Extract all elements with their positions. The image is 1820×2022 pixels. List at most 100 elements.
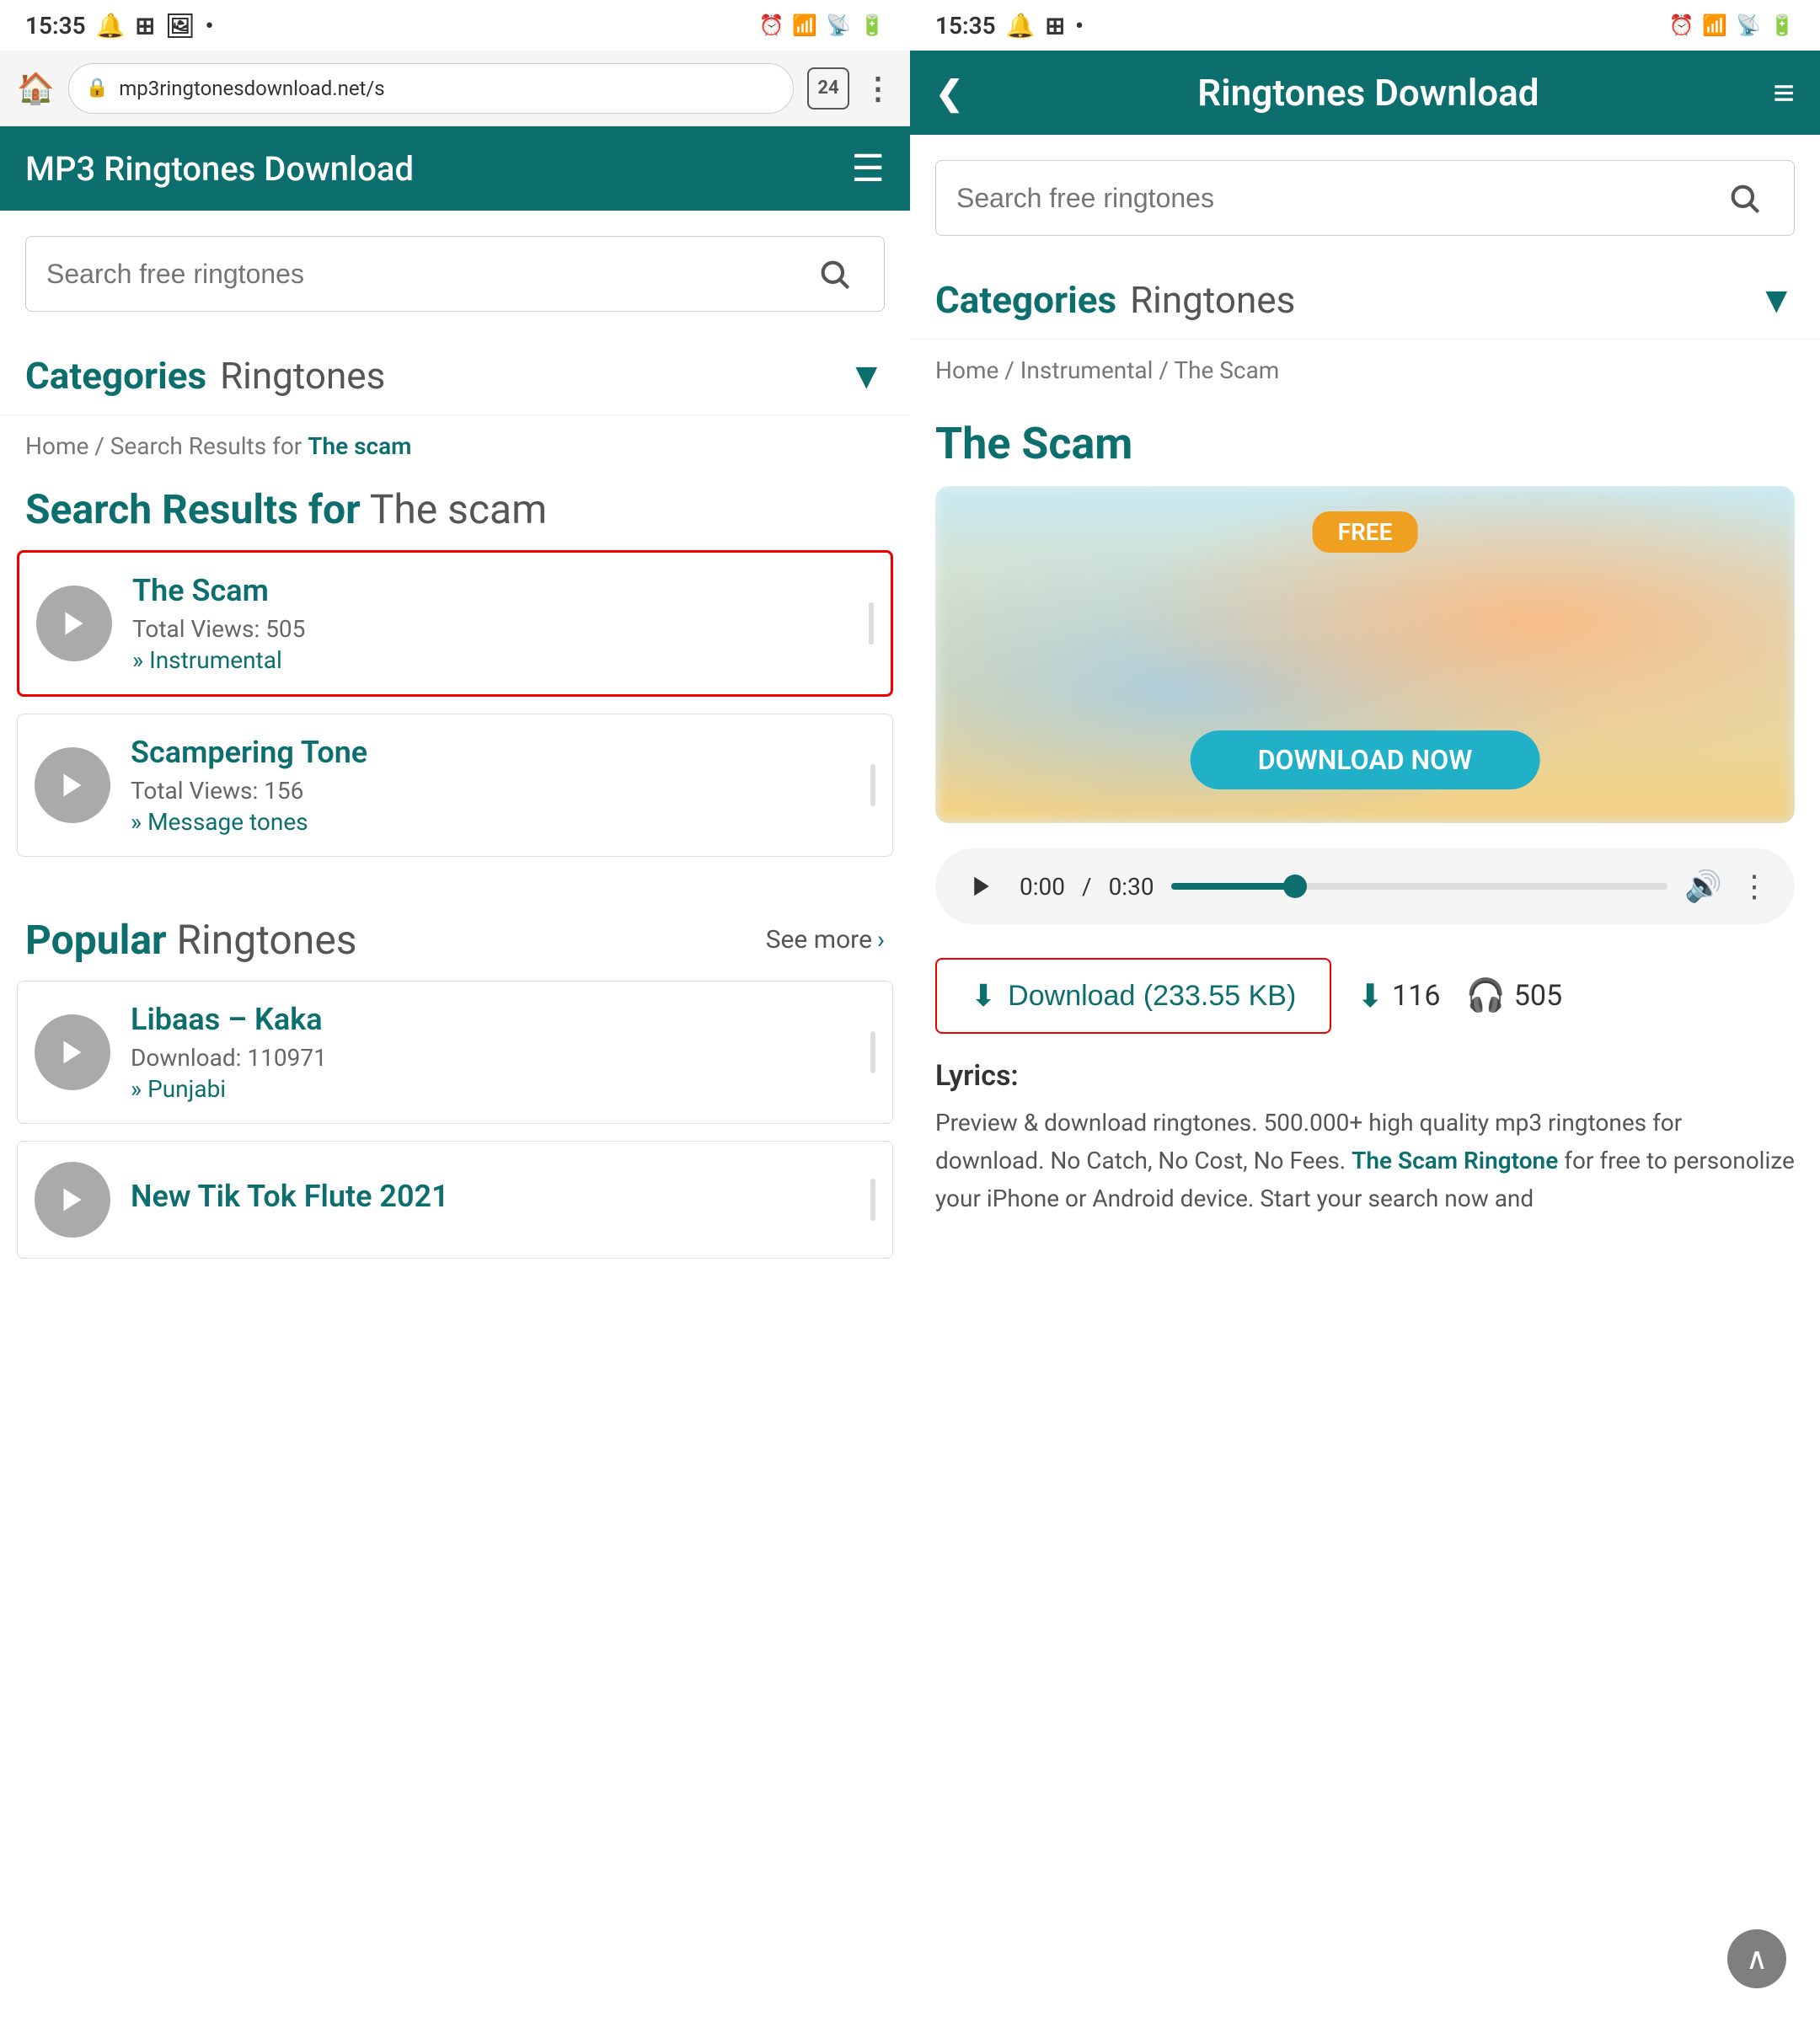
left-search-button[interactable]	[805, 244, 864, 303]
right-page-title: The Scam	[935, 418, 1132, 469]
audio-play-button[interactable]	[961, 865, 1003, 907]
lyrics-text: Preview & download ringtones. 500.000+ h…	[935, 1105, 1795, 1217]
tab-count[interactable]: 24	[807, 67, 849, 110]
right-breadcrumb: Home / Instrumental / The Scam	[910, 340, 1820, 401]
right-time: 15:35	[935, 12, 996, 40]
right-wifi-icon: 📶	[1702, 13, 1727, 37]
alarm-icon: ⏰	[758, 13, 784, 37]
play-button-2[interactable]	[35, 747, 110, 823]
scroll-to-top-button[interactable]: ∧	[1727, 1929, 1786, 1988]
right-chevron-down-icon[interactable]: ▼	[1758, 278, 1795, 322]
popular-play-button-1[interactable]	[35, 1014, 110, 1090]
drag-handle-1	[869, 602, 874, 645]
popular-drag-handle-1	[870, 1031, 875, 1073]
left-search-results-heading: Search Results for The scam	[0, 477, 910, 550]
left-results-light: The scam	[370, 485, 548, 533]
left-breadcrumb: Home / Search Results for The scam	[0, 415, 910, 477]
popular-card-title-1[interactable]: Libaas – Kaka	[131, 1002, 842, 1037]
left-chevron-down-icon[interactable]: ▼	[848, 354, 885, 398]
audio-progress-thumb[interactable]	[1283, 875, 1307, 898]
left-status-left: 15:35 🔔 ⊞ 🖼 •	[25, 12, 213, 40]
popular-play-button-2[interactable]	[35, 1162, 110, 1238]
left-app-header: MP3 Ringtones Download ☰	[0, 126, 910, 211]
wifi-icon: 📶	[792, 13, 817, 37]
left-browser-bar: 🏠 🔒 mp3ringtonesdownload.net/s 24 ⋮	[0, 51, 910, 126]
battery-icon: 🔋	[859, 13, 885, 37]
left-app-title: MP3 Ringtones Download	[25, 149, 414, 189]
right-status-bar: 15:35 🔔 ⊞ • ⏰ 📶 📡 🔋	[910, 0, 1820, 51]
ringtone-result-2[interactable]: Scampering Tone Total Views: 156 Message…	[17, 714, 893, 857]
popular-bold: Popular	[25, 916, 167, 964]
right-search-input[interactable]	[956, 183, 1701, 214]
left-time: 15:35	[25, 12, 86, 40]
right-dot-icon: •	[1075, 12, 1084, 40]
lyrics-highlight[interactable]: The Scam Ringtone	[1352, 1147, 1558, 1174]
volume-icon[interactable]: 🔊	[1684, 869, 1722, 904]
left-hamburger-icon[interactable]: ☰	[852, 147, 885, 190]
home-icon[interactable]: 🏠	[17, 71, 55, 106]
audio-time-total: 0:30	[1109, 873, 1154, 901]
card-views-1: Total Views: 505	[132, 615, 840, 643]
right-search-box[interactable]	[935, 160, 1795, 236]
right-app-title: Ringtones Download	[1197, 71, 1539, 115]
card-title-1[interactable]: The Scam	[132, 573, 840, 608]
left-status-bar: 15:35 🔔 ⊞ 🖼 • ⏰ 📶 📡 🔋	[0, 0, 910, 51]
left-results-bold: Search Results for	[25, 485, 361, 533]
popular-card-stat-1: Download: 110971	[131, 1044, 842, 1072]
right-bottom-area: ∧	[910, 1226, 1820, 2022]
right-panel: 15:35 🔔 ⊞ • ⏰ 📶 📡 🔋 ❮ Ringtones Download…	[910, 0, 1820, 2022]
download-button[interactable]: ⬇ Download (233.55 KB)	[935, 958, 1331, 1034]
download-count-icon: ⬇	[1357, 977, 1384, 1015]
left-categories-labels: Categories Ringtones	[25, 354, 385, 398]
left-search-container	[0, 211, 910, 337]
dot-icon: •	[206, 12, 214, 40]
browser-menu-icon[interactable]: ⋮	[863, 71, 893, 106]
right-search-container	[910, 135, 1820, 261]
right-page-title-section: The Scam	[910, 401, 1820, 486]
popular-card-title-2[interactable]: New Tik Tok Flute 2021	[131, 1179, 842, 1214]
right-categories-labels: Categories Ringtones	[935, 278, 1295, 322]
scroll-up-icon: ∧	[1746, 1941, 1768, 1977]
card-info-1: The Scam Total Views: 505 Instrumental	[132, 573, 840, 674]
popular-card-cat-1[interactable]: Punjabi	[131, 1075, 842, 1103]
right-categories-sub: Ringtones	[1130, 278, 1295, 322]
popular-card-info-1: Libaas – Kaka Download: 110971 Punjabi	[131, 1002, 842, 1103]
audio-time-sep: /	[1082, 873, 1092, 901]
ringtone-result-1[interactable]: The Scam Total Views: 505 Instrumental	[17, 550, 893, 697]
popular-heading: Popular Ringtones	[25, 916, 357, 964]
card-info-2: Scampering Tone Total Views: 156 Message…	[131, 735, 842, 836]
card-category-2[interactable]: Message tones	[131, 808, 842, 836]
left-status-right: ⏰ 📶 📡 🔋	[758, 13, 885, 37]
see-more-link[interactable]: See more ›	[766, 925, 885, 955]
right-breadcrumb-text: Home / Instrumental / The Scam	[935, 356, 1279, 384]
left-breadcrumb-text: Home / Search Results for	[25, 432, 308, 460]
download-section: ⬇ Download (233.55 KB) ⬇ 116 🎧 505	[910, 949, 1820, 1051]
card-category-1[interactable]: Instrumental	[132, 646, 840, 674]
right-hamburger-icon[interactable]: ≡	[1773, 71, 1795, 115]
left-search-input[interactable]	[46, 259, 791, 290]
right-status-left: 15:35 🔔 ⊞ •	[935, 12, 1084, 40]
right-search-button[interactable]	[1715, 168, 1774, 227]
audio-time-current: 0:00	[1020, 873, 1065, 901]
back-button[interactable]: ❮	[935, 73, 964, 113]
download-button-label: Download (233.55 KB)	[1008, 980, 1296, 1013]
audio-progress-bar[interactable]	[1171, 883, 1668, 890]
right-categories-row[interactable]: Categories Ringtones ▼	[910, 261, 1820, 340]
download-stat-1: ⬇ 116	[1357, 977, 1440, 1015]
lock-icon: 🔒	[86, 78, 109, 99]
popular-labels: Popular Ringtones	[25, 916, 357, 964]
card-title-2[interactable]: Scampering Tone	[131, 735, 842, 770]
url-bar[interactable]: 🔒 mp3ringtonesdownload.net/s	[68, 63, 794, 114]
see-more-arrow-icon: ›	[877, 925, 885, 955]
thumbnail-download-btn[interactable]: DOWNLOAD NOW	[1191, 730, 1540, 789]
left-search-box[interactable]	[25, 236, 885, 312]
popular-item-2[interactable]: New Tik Tok Flute 2021	[17, 1141, 893, 1259]
signal-icon: 📡	[826, 13, 851, 37]
card-views-2: Total Views: 156	[131, 777, 842, 805]
left-categories-row[interactable]: Categories Ringtones ▼	[0, 337, 910, 415]
popular-item-1[interactable]: Libaas – Kaka Download: 110971 Punjabi	[17, 981, 893, 1124]
download-stat-2: 🎧 505	[1465, 977, 1562, 1014]
see-more-text: See more	[766, 925, 872, 955]
play-button-1[interactable]	[36, 586, 112, 661]
audio-more-icon[interactable]: ⋮	[1739, 869, 1769, 904]
